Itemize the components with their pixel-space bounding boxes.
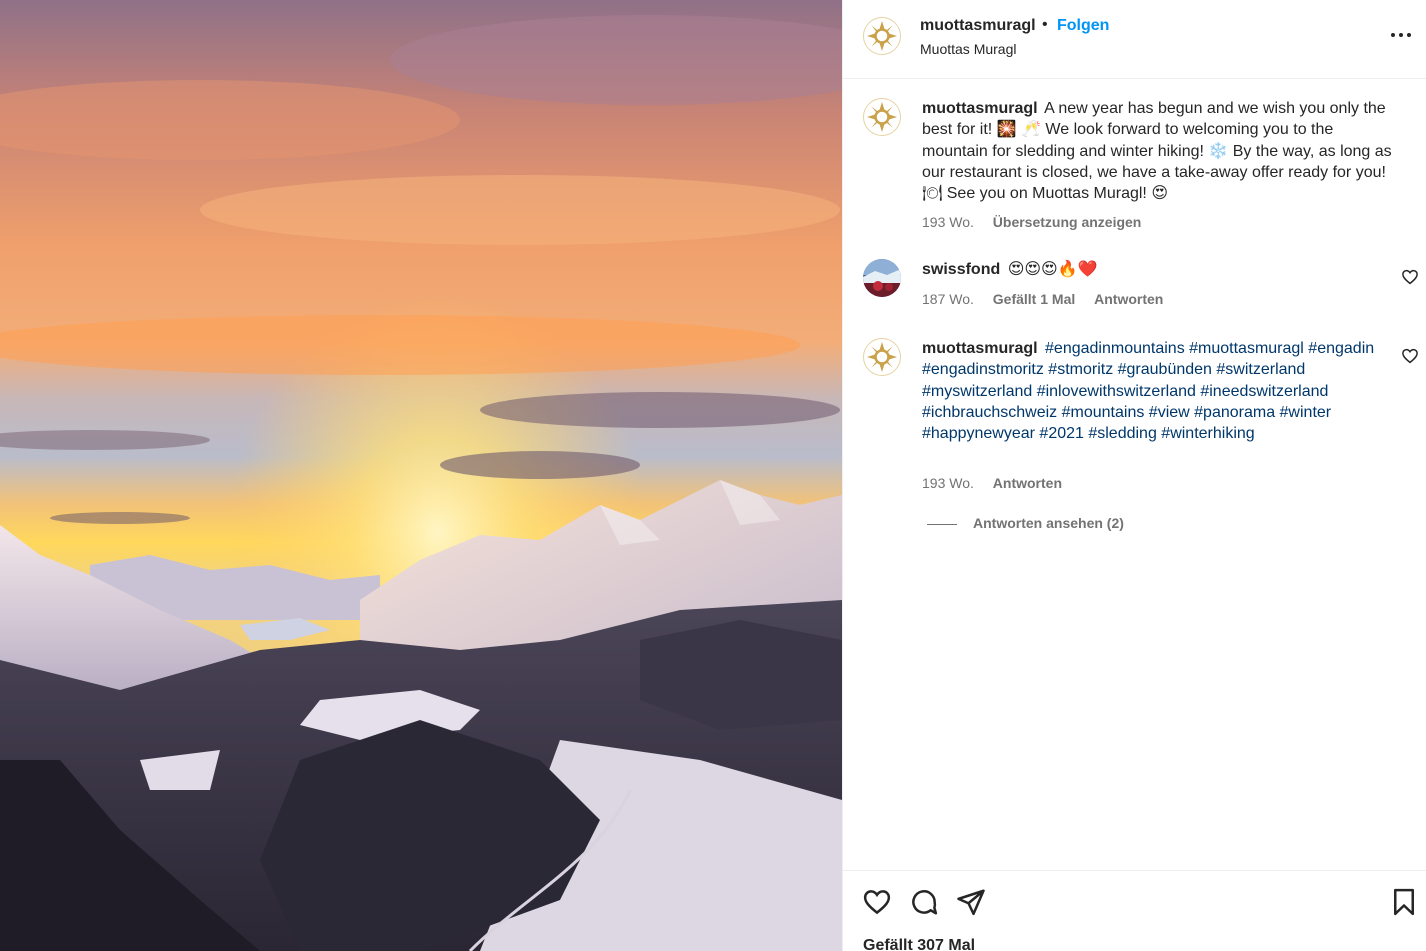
avatar[interactable] [863, 98, 901, 136]
reply-button[interactable]: Antworten [1094, 291, 1163, 307]
comment-like-heart-icon[interactable] [1401, 347, 1419, 365]
sun-logo-icon [863, 17, 901, 55]
comment-age[interactable]: 187 Wo. [922, 291, 974, 307]
avatar[interactable] [863, 338, 901, 376]
separator-dot: • [1042, 16, 1048, 33]
avatar[interactable] [863, 17, 901, 55]
comment-like-heart-icon[interactable] [1401, 268, 1419, 286]
bookmark-icon[interactable] [1389, 887, 1419, 917]
translate-button[interactable]: Übersetzung anzeigen [993, 214, 1142, 230]
comment-meta: 187 Wo. Gefällt 1 Mal Antworten [922, 291, 1178, 307]
header-username[interactable]: muottasmuragl [920, 17, 1036, 35]
caption-meta: 193 Wo. Übersetzung anzeigen [922, 214, 1156, 230]
comment-meta: 193 Wo. Antworten [922, 475, 1077, 491]
follow-button[interactable]: Folgen [1057, 17, 1109, 35]
view-replies-label: Antworten ansehen (2) [973, 515, 1124, 531]
sun-logo-icon [863, 338, 901, 376]
comment-likes-count[interactable]: Gefällt 1 Mal [993, 291, 1075, 307]
comment-username[interactable]: swissfond [922, 261, 1000, 278]
heart-icon[interactable] [862, 887, 892, 917]
caption-username[interactable]: muottasmuragl [922, 100, 1038, 117]
post-side-panel: muottasmuragl • Folgen Muottas Muragl mu… [842, 0, 1426, 951]
avatar[interactable] [863, 259, 901, 297]
comment-text-block: swissfond 😍😍😍🔥❤️ [922, 259, 1402, 280]
sunset-mountain-image [0, 0, 842, 951]
location-link[interactable]: Muottas Muragl [920, 41, 1016, 57]
caption-age[interactable]: 193 Wo. [922, 214, 974, 230]
user-avatar-image [863, 259, 901, 297]
likes-count[interactable]: Gefällt 307 Mal [863, 937, 975, 951]
sun-logo-icon [863, 98, 901, 136]
comment-text-block: muottasmuragl #engadinmountains #muottas… [922, 338, 1402, 444]
comment-username[interactable]: muottasmuragl [922, 340, 1038, 357]
replies-divider-line [927, 523, 957, 525]
action-bar: Gefällt 307 Mal [843, 870, 1426, 951]
share-icon[interactable] [956, 887, 986, 917]
reply-button[interactable]: Antworten [993, 475, 1062, 491]
post-header: muottasmuragl • Folgen Muottas Muragl [843, 0, 1426, 79]
view-replies-button[interactable]: Antworten ansehen (2) [927, 515, 1124, 531]
comment-text: 😍😍😍🔥❤️ [1007, 261, 1098, 278]
comment-icon[interactable] [909, 887, 939, 917]
caption-text-block: muottasmuragl A new year has begun and w… [922, 98, 1402, 204]
post-photo[interactable] [0, 0, 842, 951]
comment-age[interactable]: 193 Wo. [922, 475, 974, 491]
more-options-icon[interactable] [1388, 22, 1414, 48]
